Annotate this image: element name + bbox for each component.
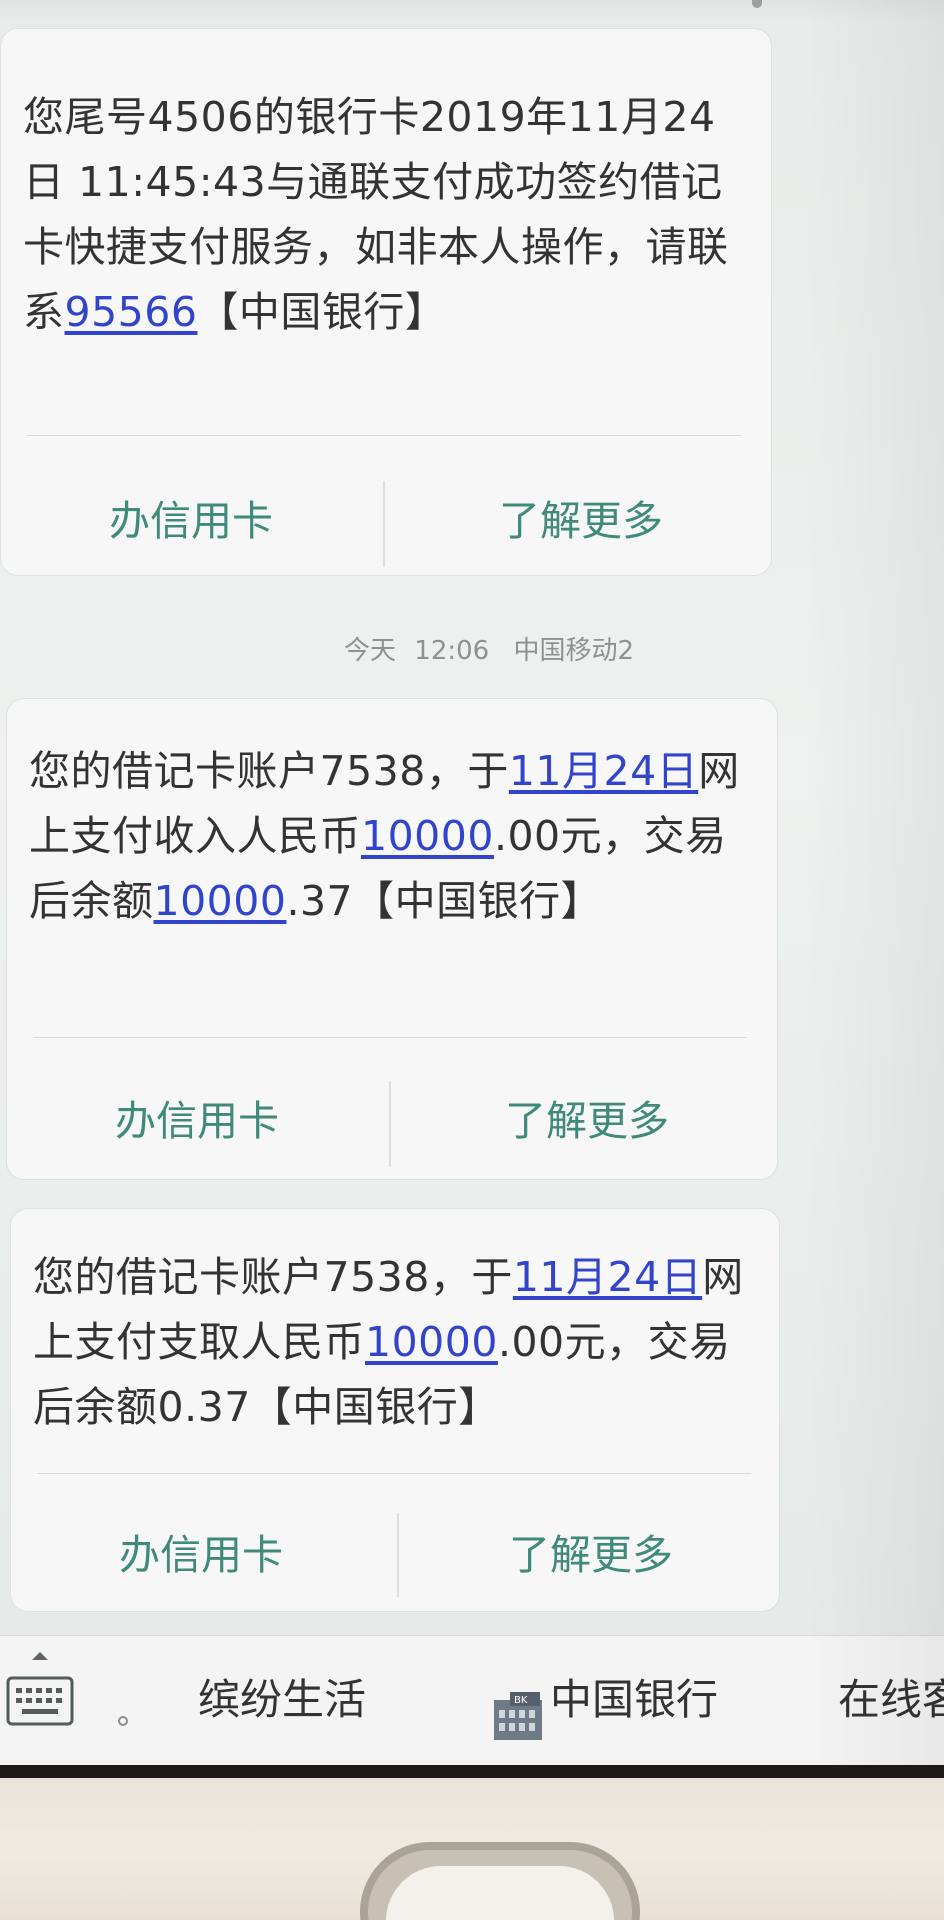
message-2-text-part-4: .37【中国银行】 [286,877,603,925]
apply-credit-card-button-2[interactable]: 办信用卡 [47,1087,347,1147]
service-menu-bar: 缤纷生活 BK 中国银行 在线客 [0,1635,944,1765]
bubble-2-divider [33,1037,747,1038]
bank-icon: BK [494,1692,542,1740]
menu-separator-dot [118,1716,128,1726]
message-bubble-1: 您尾号4506的银行卡2019年11月24日 11:45:43与通联支付成功签约… [0,28,772,576]
bubble-3-divider [37,1473,751,1474]
message-bubble-3: 您的借记卡账户7538，于11月24日网上支付支取人民币10000.00元，交易… [10,1208,780,1612]
menu-item-colorful-life[interactable]: 缤纷生活 [198,1666,366,1727]
menu-item-online-service[interactable]: 在线客 [838,1666,944,1727]
balance-link-2[interactable]: 10000 [154,877,287,925]
bubble-1-divider [27,435,741,436]
message-2-text-part-1: 您的借记卡账户7538，于 [29,747,509,795]
apply-credit-card-button-1[interactable]: 办信用卡 [41,487,341,547]
message-timestamp: 今天 12:06 中国移动2 [344,630,634,667]
keyboard-icon[interactable] [6,1676,74,1726]
amount-link-3[interactable]: 10000 [365,1318,498,1366]
message-bubble-2: 您的借记卡账户7538，于11月24日网上支付收入人民币10000.00元，交易… [6,698,778,1180]
message-1-text-part-2: 【中国银行】 [197,288,447,336]
timestamp-carrier: 中国移动2 [513,636,635,666]
date-link-3[interactable]: 11月24日 [513,1253,702,1301]
photo-shading [804,0,944,1800]
svg-text:BK: BK [514,1695,528,1706]
message-text-1: 您尾号4506的银行卡2019年11月24日 11:45:43与通联支付成功签约… [23,85,743,345]
home-button-inner [386,1866,614,1920]
message-text-3: 您的借记卡账户7538，于11月24日网上支付支取人民币10000.00元，交易… [33,1245,747,1440]
bubble-2-action-separator [389,1081,391,1167]
apply-credit-card-button-3[interactable]: 办信用卡 [51,1521,351,1581]
sms-conversation-screen: 您尾号4506的银行卡2019年11月24日 11:45:43与通联支付成功签约… [0,0,944,1920]
message-text-2: 您的借记卡账户7538，于11月24日网上支付收入人民币10000.00元，交易… [29,739,743,934]
learn-more-button-3[interactable]: 了解更多 [431,1521,751,1581]
learn-more-button-2[interactable]: 了解更多 [427,1087,747,1147]
timestamp-time: 12:06 [414,636,490,666]
phone-number-link[interactable]: 95566 [65,288,198,336]
menu-item-bank-of-china[interactable]: 中国银行 [550,1666,718,1727]
home-button[interactable] [360,1842,640,1920]
bubble-3-action-separator [397,1513,399,1597]
amount-link-2[interactable]: 10000 [361,812,494,860]
caret-up-icon[interactable] [30,1650,50,1662]
timestamp-day: 今天 [344,636,397,666]
learn-more-button-1[interactable]: 了解更多 [421,487,741,547]
message-3-text-part-1: 您的借记卡账户7538，于 [33,1253,513,1301]
bubble-1-action-separator [383,481,385,567]
date-link-2[interactable]: 11月24日 [509,747,698,795]
top-edge [0,0,944,22]
